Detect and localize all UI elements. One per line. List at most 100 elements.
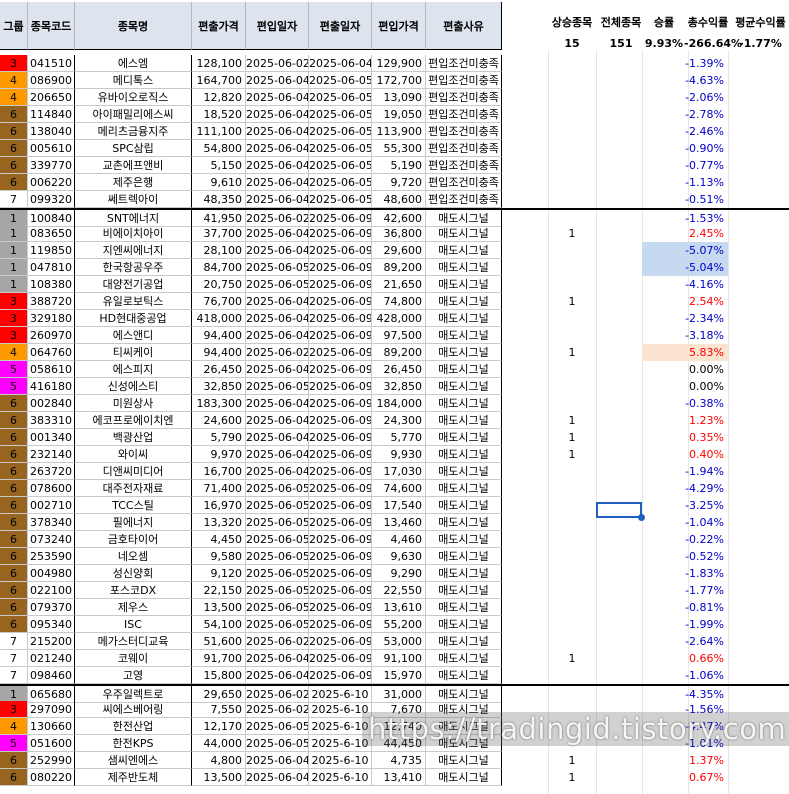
group-cell[interactable]: 6 [0, 548, 28, 565]
name-cell[interactable]: 비에이치아이 [75, 225, 192, 242]
sell-price-cell[interactable]: 13,320 [192, 514, 246, 531]
reason-cell[interactable]: 편입조건미충족 [426, 72, 502, 89]
code-cell[interactable]: 138040 [28, 123, 75, 140]
in-date-cell[interactable]: 2025-06-04 [246, 327, 309, 344]
in-date-cell[interactable]: 2025-06-04 [246, 89, 309, 106]
group-cell[interactable]: 6 [0, 140, 28, 157]
out-date-cell[interactable]: 2025-06-09 [309, 633, 372, 650]
rising-count-cell[interactable] [548, 106, 596, 123]
code-cell[interactable]: 021240 [28, 650, 75, 667]
buy-price-cell[interactable]: 74,600 [372, 480, 426, 497]
in-date-cell[interactable]: 2025-06-04 [246, 72, 309, 89]
sell-price-cell[interactable]: 128,100 [192, 55, 246, 72]
rising-count-cell[interactable] [548, 55, 596, 72]
reason-cell[interactable]: 매도시그널 [426, 378, 502, 395]
buy-price-cell[interactable]: 113,900 [372, 123, 426, 140]
buy-price-cell[interactable]: 32,850 [372, 378, 426, 395]
group-cell[interactable]: 4 [0, 718, 28, 735]
buy-price-cell[interactable]: 13,090 [372, 89, 426, 106]
name-cell[interactable]: 포스코DX [75, 582, 192, 599]
out-date-cell[interactable]: 2025-06-09 [309, 650, 372, 667]
table-row[interactable]: 6 114840 아이패밀리에스씨 18,520 2025-06-04 2025-06-0… [0, 106, 789, 123]
name-cell[interactable]: 네오셈 [75, 548, 192, 565]
group-cell[interactable]: 7 [0, 191, 28, 208]
buy-price-cell[interactable]: 172,700 [372, 72, 426, 89]
group-cell[interactable]: 6 [0, 752, 28, 769]
table-row[interactable]: 6 002710 TCC스틸 16,970 2025-06-05 2025-06-09 17… [0, 497, 789, 514]
buy-price-cell[interactable]: 97,500 [372, 327, 426, 344]
table-row[interactable]: 3 388720 유일로보틱스 76,700 2025-06-04 2025-06-09 7… [0, 293, 789, 310]
buy-price-cell[interactable]: 89,200 [372, 259, 426, 276]
in-date-cell[interactable]: 2025-06-05 [246, 259, 309, 276]
table-row[interactable]: 6 006220 제주은행 9,610 2025-06-04 2025-06-05 9,72… [0, 174, 789, 191]
selected-cell[interactable] [596, 502, 642, 518]
header-buy-price[interactable]: 편입가격 [372, 2, 426, 50]
in-date-cell[interactable]: 2025-06-04 [246, 429, 309, 446]
out-date-cell[interactable]: 2025-06-09 [309, 446, 372, 463]
sell-price-cell[interactable]: 5,790 [192, 429, 246, 446]
code-cell[interactable]: 041510 [28, 55, 75, 72]
buy-price-cell[interactable]: 19,050 [372, 106, 426, 123]
name-cell[interactable]: 신성에스티 [75, 378, 192, 395]
buy-price-cell[interactable]: 17,540 [372, 497, 426, 514]
reason-cell[interactable]: 편입조건미충족 [426, 123, 502, 140]
rising-count-cell[interactable] [548, 72, 596, 89]
sell-price-cell[interactable]: 22,150 [192, 582, 246, 599]
header-group[interactable]: 그룹 [0, 2, 28, 50]
rising-count-cell[interactable] [548, 310, 596, 327]
out-date-cell[interactable]: 2025-06-09 [309, 225, 372, 242]
table-row[interactable]: 4 206650 유바이오로직스 12,820 2025-06-04 2025-06-05… [0, 89, 789, 106]
code-cell[interactable]: 253590 [28, 548, 75, 565]
in-date-cell[interactable]: 2025-06-04 [246, 310, 309, 327]
name-cell[interactable]: SPC삼립 [75, 140, 192, 157]
out-date-cell[interactable]: 2025-06-09 [309, 616, 372, 633]
code-cell[interactable]: 083650 [28, 225, 75, 242]
out-date-cell[interactable]: 2025-06-09 [309, 531, 372, 548]
code-cell[interactable]: 047810 [28, 259, 75, 276]
return-cell[interactable]: -1.77% [642, 582, 728, 599]
in-date-cell[interactable]: 2025-06-05 [246, 735, 309, 752]
table-row[interactable]: 6 138040 메리츠금융지주 111,100 2025-06-04 2025-06-0… [0, 123, 789, 140]
group-cell[interactable]: 6 [0, 106, 28, 123]
sell-price-cell[interactable]: 164,700 [192, 72, 246, 89]
return-cell[interactable]: -5.04% [642, 259, 728, 276]
reason-cell[interactable]: 매도시그널 [426, 650, 502, 667]
return-cell[interactable]: 2.45% [642, 225, 728, 242]
table-row[interactable]: 6 263720 디앤씨미디어 16,700 2025-06-04 2025-06-09 1… [0, 463, 789, 480]
table-row[interactable]: 6 001340 백광산업 5,790 2025-06-04 2025-06-09 5,77… [0, 429, 789, 446]
fill-handle[interactable] [638, 514, 645, 521]
sell-price-cell[interactable]: 76,700 [192, 293, 246, 310]
out-date-cell[interactable]: 2025-06-09 [309, 514, 372, 531]
rising-count-cell[interactable] [548, 259, 596, 276]
buy-price-cell[interactable]: 184,000 [372, 395, 426, 412]
in-date-cell[interactable]: 2025-06-05 [246, 531, 309, 548]
buy-price-cell[interactable]: 74,800 [372, 293, 426, 310]
group-cell[interactable]: 6 [0, 174, 28, 191]
table-row[interactable]: 7 098460 고영 15,800 2025-06-04 2025-06-09 15,97… [0, 667, 789, 684]
group-cell[interactable]: 6 [0, 480, 28, 497]
sell-price-cell[interactable]: 32,850 [192, 378, 246, 395]
reason-cell[interactable]: 매도시그널 [426, 259, 502, 276]
in-date-cell[interactable]: 2025-06-04 [246, 191, 309, 208]
name-cell[interactable]: 성신양회 [75, 565, 192, 582]
sell-price-cell[interactable]: 37,700 [192, 225, 246, 242]
group-cell[interactable]: 6 [0, 123, 28, 140]
return-cell[interactable]: -2.78% [642, 106, 728, 123]
sell-price-cell[interactable]: 12,170 [192, 718, 246, 735]
name-cell[interactable]: 한전산업 [75, 718, 192, 735]
code-cell[interactable]: 078600 [28, 480, 75, 497]
out-date-cell[interactable]: 2025-06-09 [309, 344, 372, 361]
return-cell[interactable]: -5.07% [642, 242, 728, 259]
return-cell[interactable]: 0.35% [642, 429, 728, 446]
return-cell[interactable]: 1.23% [642, 412, 728, 429]
buy-price-cell[interactable]: 17,030 [372, 463, 426, 480]
out-date-cell[interactable]: 2025-06-05 [309, 89, 372, 106]
table-row[interactable]: 3 260970 에스앤디 94,400 2025-06-04 2025-06-09 97,… [0, 327, 789, 344]
table-row[interactable]: 6 079370 제우스 13,500 2025-06-05 2025-06-09 13,6… [0, 599, 789, 616]
sell-price-cell[interactable]: 94,400 [192, 327, 246, 344]
table-row[interactable]: 7 099320 쎄트렉아이 48,350 2025-06-04 2025-06-05 48… [0, 191, 789, 208]
rising-count-cell[interactable]: 1 [548, 752, 596, 769]
buy-price-cell[interactable]: 53,000 [372, 633, 426, 650]
buy-price-cell[interactable]: 9,290 [372, 565, 426, 582]
sell-price-cell[interactable]: 48,350 [192, 191, 246, 208]
